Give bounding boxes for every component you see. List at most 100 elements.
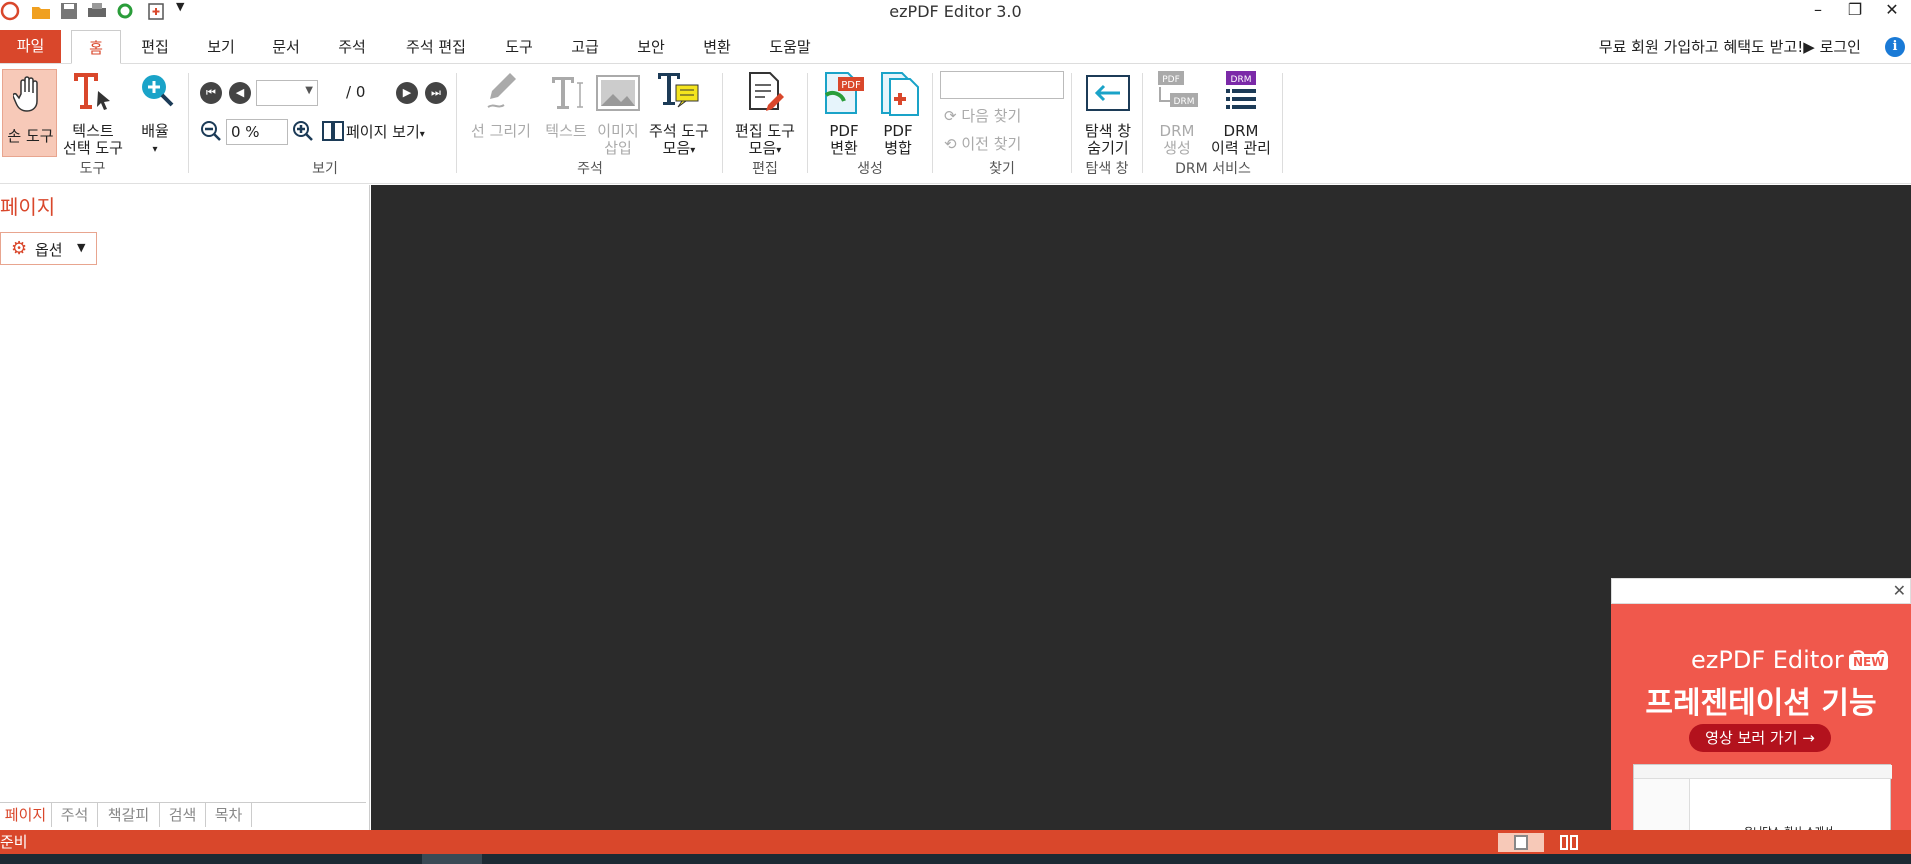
zoom-magnifier-icon [142,75,174,107]
single-page-view-icon[interactable] [1498,833,1544,852]
find-prev-button[interactable]: ⟲ 이전 찾기 [944,133,1021,154]
hide-nav-label-1: 탐색 창 [1084,122,1132,140]
pdf-merge-button[interactable]: PDF 병합 [872,69,924,157]
drm-history-icon: DRM [1226,71,1256,109]
prev-page-icon[interactable]: ◀ [229,82,251,104]
tab-pages[interactable]: 페이지 [0,803,52,827]
separator [1282,73,1283,173]
close-icon[interactable]: ✕ [1877,0,1907,22]
first-page-icon[interactable]: ⏮ [200,82,222,104]
zoom-out-icon[interactable] [200,120,222,142]
separator [456,73,457,173]
text-select-tool-button[interactable]: 텍스트 선택 도구 [60,69,126,157]
tab-help[interactable]: 도움말 [760,30,820,64]
two-page-view-icon[interactable] [1558,833,1580,852]
ribbon-tabs: 파일 홈 편집 보기 문서 주석 주석 편집 도구 고급 보안 변환 도움말 무… [0,30,1911,64]
image-icon [596,75,640,111]
separator [1142,73,1143,173]
tab-convert[interactable]: 변환 [692,30,742,64]
title-bar: ▼ ezPDF Editor 3.0 – ❐ ✕ [0,0,1911,26]
pdf-merge-label-1: PDF [883,122,913,140]
zoom-dropdown-icon: ▾ [152,144,158,155]
zoom-button[interactable]: 배율 ▾ [130,69,180,157]
tab-annotations[interactable]: 주석 [52,803,98,827]
taskbar-app[interactable] [422,854,482,864]
find-next-label: 다음 찾기 [961,107,1022,125]
draw-line-button[interactable]: 선 그리기 [466,69,536,157]
tab-home[interactable]: 홈 [71,30,121,64]
last-page-icon[interactable]: ⏭ [425,82,447,104]
gear-icon: ⚙ [11,238,28,259]
pages-panel: 페이지 ⚙ 옵션 ▼ 페이지 주석 책갈피 검색 목차 [0,185,370,830]
window-title: ezPDF Editor 3.0 [889,2,1022,21]
info-icon[interactable]: i [1885,37,1905,57]
svg-text:PDF: PDF [1162,75,1180,85]
tab-advanced[interactable]: 고급 [560,30,610,64]
drm-history-button[interactable]: DRM DRM 이력 관리 [1206,69,1276,157]
drm-create-label-2: 생성 [1163,139,1191,157]
text-annotation-button[interactable]: 텍스트 [538,69,594,157]
tab-edit[interactable]: 편집 [130,30,180,64]
page-dropdown-icon: ▼ [305,85,313,96]
hand-icon [13,76,38,112]
insert-image-button[interactable]: 이미지 삽입 [594,69,642,157]
close-icon[interactable]: ✕ [1893,581,1906,600]
text-tool-icon [548,77,583,109]
signup-promo-link[interactable]: 무료 회원 가입하고 혜택도 받고!▶ 로그인 [1599,30,1861,64]
svg-text:DRM: DRM [1174,97,1195,107]
annotation-tools-button[interactable]: 주석 도구 모음▾ [644,69,714,157]
drm-create-button[interactable]: PDF DRM DRM 생성 [1150,69,1204,157]
search-input[interactable] [940,71,1064,99]
status-bar: 준비 [0,830,1911,854]
next-page-icon[interactable]: ▶ [396,82,418,104]
tab-annotation[interactable]: 주석 [327,30,377,64]
group-label-drm: DRM 서비스 [1175,161,1251,177]
tab-view[interactable]: 보기 [196,30,246,64]
drm-history-label-2: 이력 관리 [1211,139,1271,157]
edit-tools-label-1: 편집 도구 [735,122,795,140]
promo-headline: 프레젠테이션 기능 [1645,686,1877,721]
annotation-tools-label-1: 주석 도구 [649,122,709,140]
separator [188,73,189,173]
annotation-tools-label-2: 모음 [662,139,691,157]
minimize-icon[interactable]: – [1803,0,1833,22]
options-label: 옵션 [35,241,63,259]
insert-image-label-1: 이미지 [597,122,639,140]
watch-video-button[interactable]: 영상 보러 가기 → [1689,724,1831,752]
pdf-merge-label-2: 병합 [884,139,912,157]
page-view-button[interactable]: 페이지 보기▾ [346,121,425,142]
promo-popup[interactable]: ✕ ezPDF Editor 3.0 NEW 프레젠테이션 기능 영상 보러 가… [1611,578,1911,854]
drm-create-label-1: DRM [1159,122,1195,140]
group-label-create: 생성 [857,161,883,177]
tab-document[interactable]: 문서 [261,30,311,64]
tab-annotation-edit[interactable]: 주석 편집 [396,30,476,64]
hide-nav-pane-button[interactable]: 탐색 창 숨기기 [1080,69,1136,157]
pdf-convert-button[interactable]: PDF PDF 변환 [816,69,872,157]
zoom-input[interactable]: 0 % [226,119,288,145]
zoom-in-icon[interactable] [292,120,314,142]
tab-bookmarks[interactable]: 책갈피 [98,803,160,827]
edit-tools-label-2: 모음 [748,139,777,157]
find-next-icon: ⟳ [944,107,957,125]
tab-file[interactable]: 파일 [0,30,61,63]
ribbon-home: 손 도구 텍스트 선택 도구 배율 ▾ 도구 ⏮ ◀ ▼ / 0 ▶ ⏭ 0 %… [0,65,1911,184]
page-number-input[interactable]: ▼ [256,80,318,106]
group-label-view: 보기 [312,161,338,177]
panel-bottom-tabs: 페이지 주석 책갈피 검색 목차 [0,802,366,827]
restore-icon[interactable]: ❐ [1840,0,1870,22]
tab-tools[interactable]: 도구 [494,30,544,64]
drm-history-label-1: DRM [1223,122,1259,140]
options-button[interactable]: ⚙ 옵션 ▼ [0,232,97,265]
tab-security[interactable]: 보안 [626,30,676,64]
tab-search[interactable]: 검색 [160,803,206,827]
hand-tool-button[interactable]: 손 도구 [2,69,57,157]
edit-document-icon [749,72,784,111]
panel-title: 페이지 [0,195,56,219]
edit-tools-button[interactable]: 편집 도구 모음▾ [730,69,800,157]
pdf-merge-icon [881,72,919,116]
tab-toc[interactable]: 목차 [206,803,252,827]
find-next-button[interactable]: ⟳ 다음 찾기 [944,105,1021,126]
pdf-convert-label-2: 변환 [830,139,858,157]
zoom-label: 배율 [141,122,169,140]
text-select-label-1: 텍스트 [72,122,114,140]
